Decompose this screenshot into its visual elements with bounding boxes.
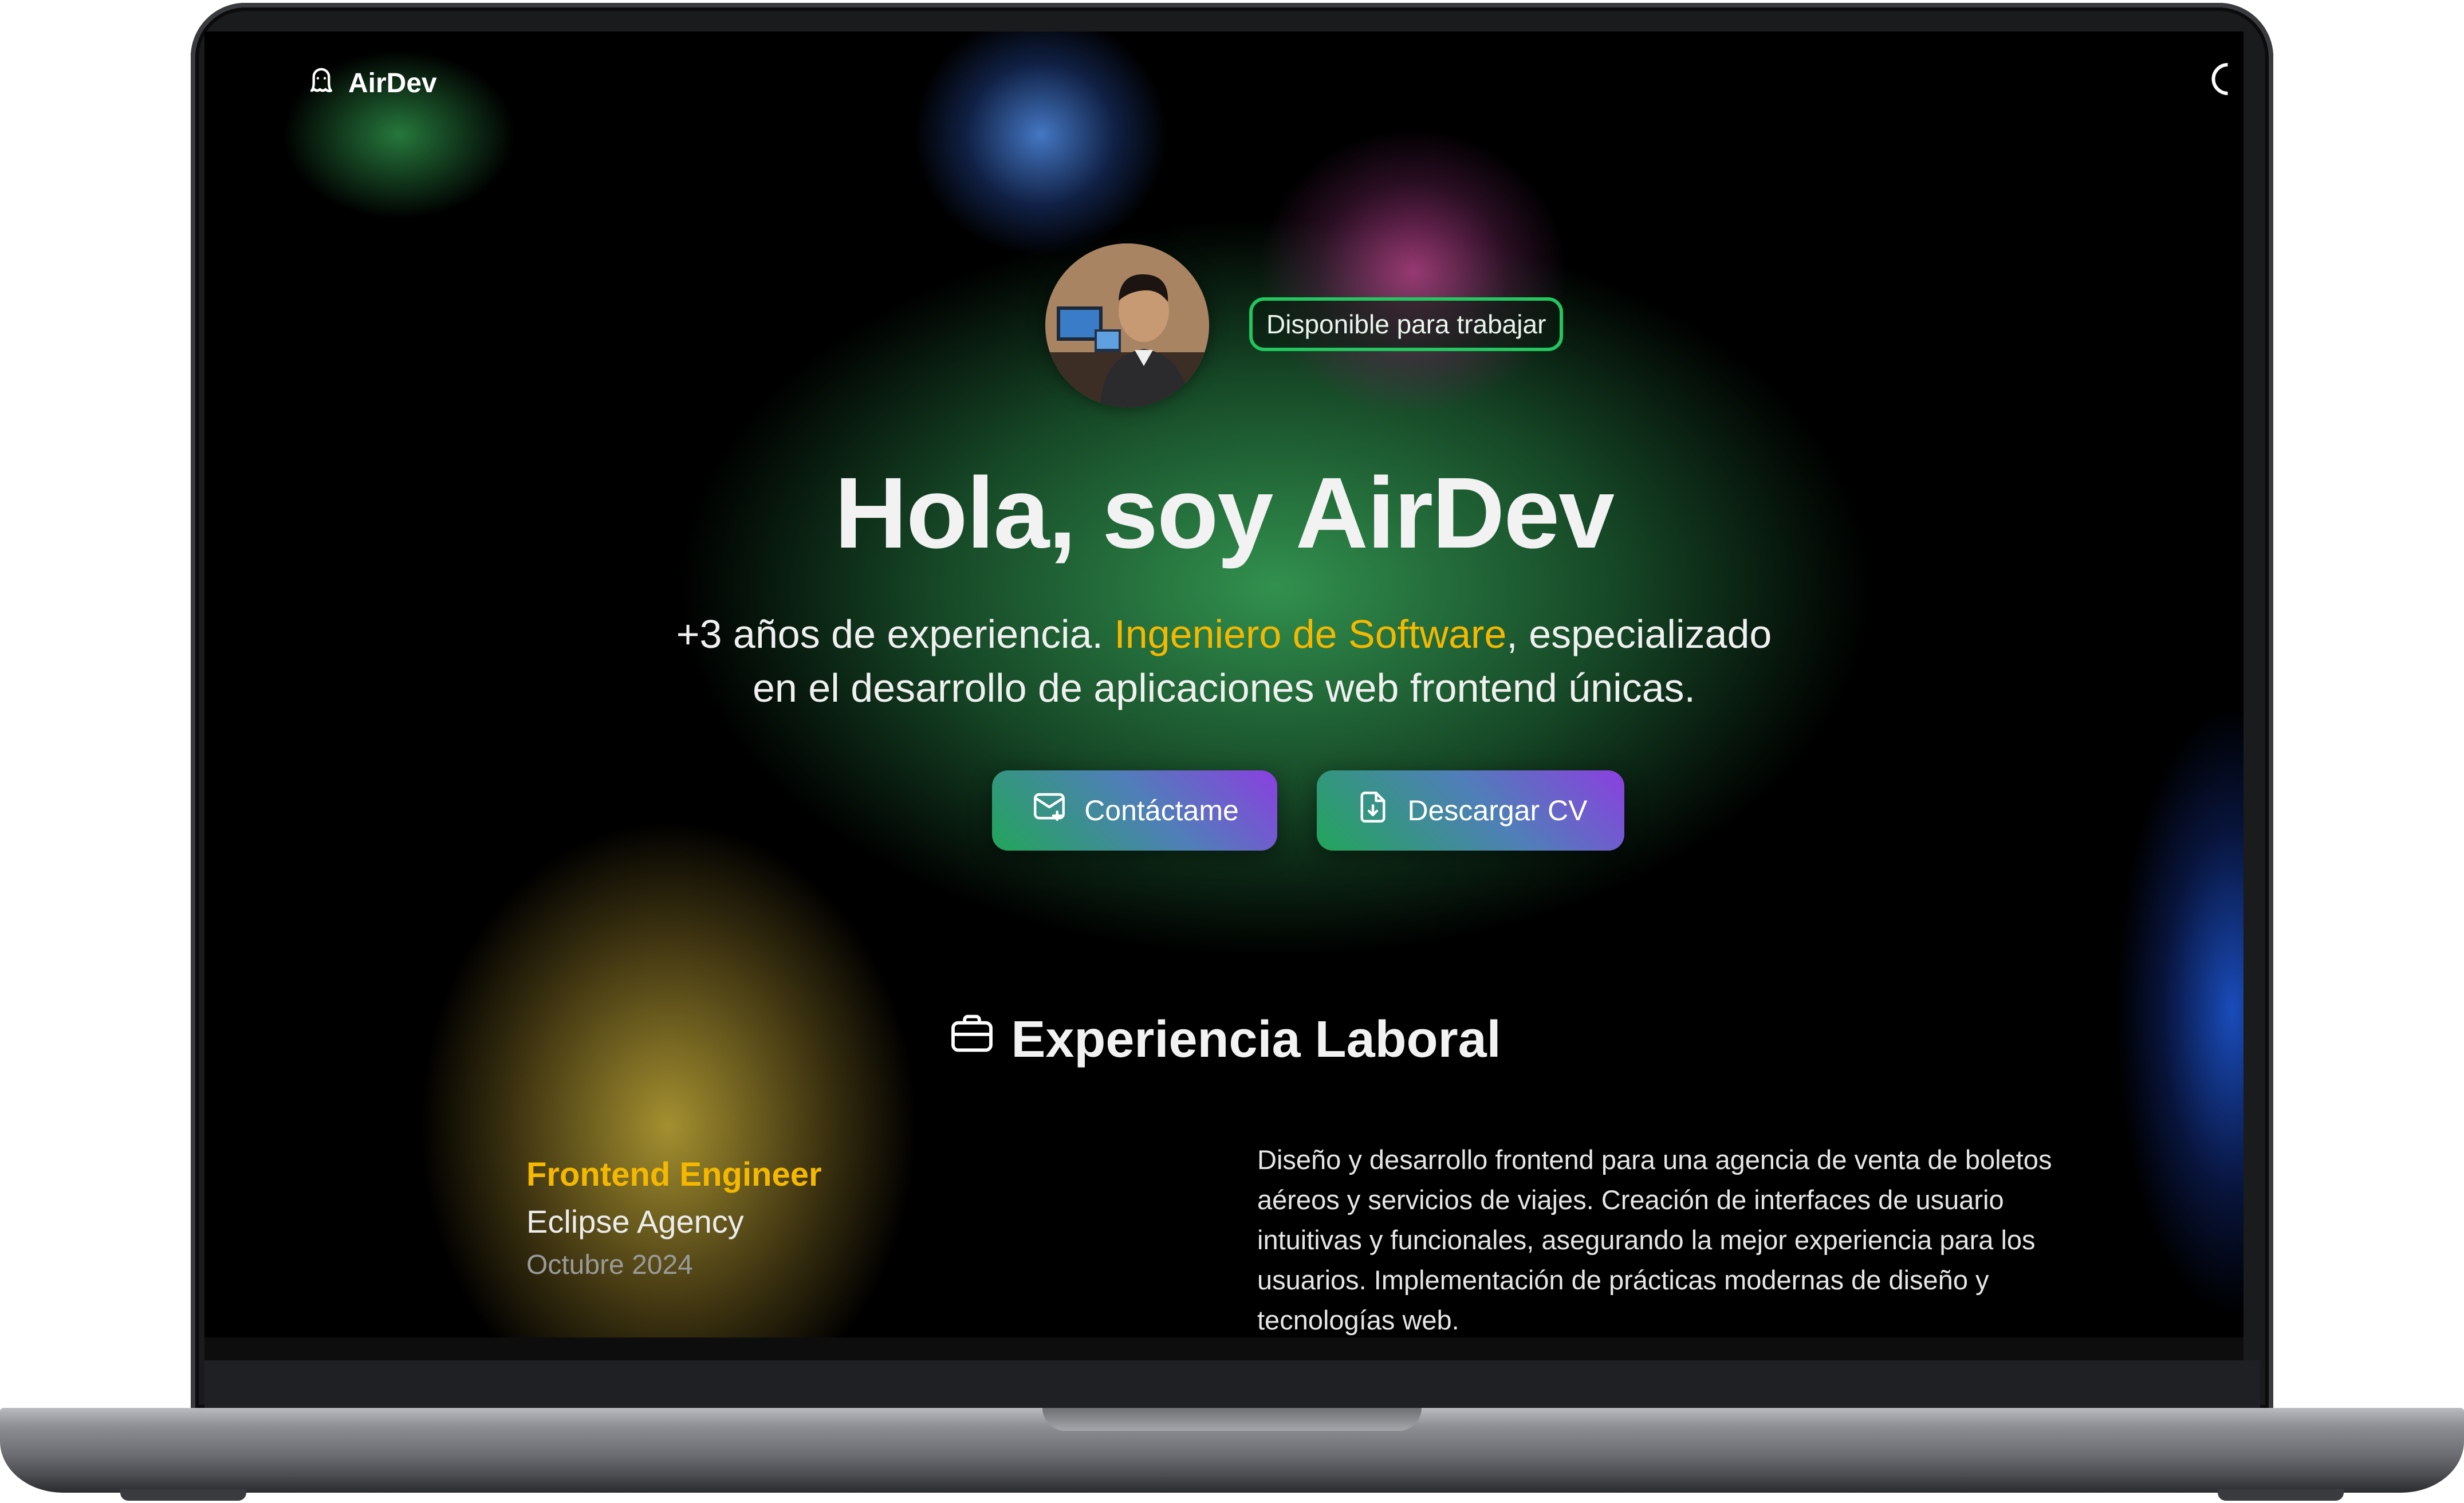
hero-subtitle: +3 años de experiencia. Ingeniero de Sof… <box>651 607 1797 715</box>
job-date: Octubre 2024 <box>526 1250 693 1280</box>
download-cv-button-label: Descargar CV <box>1407 794 1588 827</box>
nav-logo[interactable]: AirDev <box>305 63 437 103</box>
experience-section-title: Experiencia Laboral <box>204 1008 2243 1071</box>
hero-title: Hola, soy AirDev <box>834 457 1615 569</box>
mail-plus-icon <box>1030 788 1068 833</box>
avatar <box>1045 243 1209 407</box>
logo-text: AirDev <box>348 68 437 99</box>
status-badge: Disponible para trabajar <box>1249 297 1564 351</box>
laptop-mockup: AirDev Disponible para trabajar Hola, so… <box>0 0 2464 1503</box>
subtitle-highlight: Ingeniero de Software <box>1114 612 1507 656</box>
browser-viewport: AirDev Disponible para trabajar Hola, so… <box>204 32 2243 1337</box>
job-description: Diseño y desarrollo frontend para una ag… <box>1257 1144 2052 1335</box>
job-role: Frontend Engineer <box>526 1156 822 1193</box>
laptop-opening-notch <box>1042 1408 1422 1431</box>
screen-bezel-bottom <box>204 1337 2243 1360</box>
briefcase-icon <box>947 1008 997 1071</box>
background-glow-blue <box>909 32 1172 261</box>
laptop-foot-right <box>2218 1489 2344 1501</box>
contact-button[interactable]: Contáctame <box>992 770 1277 851</box>
theme-toggle-button[interactable] <box>2203 59 2238 99</box>
contact-button-label: Contáctame <box>1084 794 1239 827</box>
file-download-icon <box>1354 788 1392 833</box>
job-company: Eclipse Agency <box>526 1203 744 1240</box>
ghost-icon <box>305 63 338 103</box>
moon-icon <box>2211 63 2228 95</box>
subtitle-prefix: +3 años de experiencia. <box>676 612 1115 656</box>
experience-title-text: Experiencia Laboral <box>1011 1010 1501 1068</box>
laptop-hinge <box>204 1360 2260 1410</box>
laptop-foot-left <box>120 1489 246 1501</box>
background-glow-pink <box>1253 123 1573 421</box>
download-cv-button[interactable]: Descargar CV <box>1317 770 1624 851</box>
